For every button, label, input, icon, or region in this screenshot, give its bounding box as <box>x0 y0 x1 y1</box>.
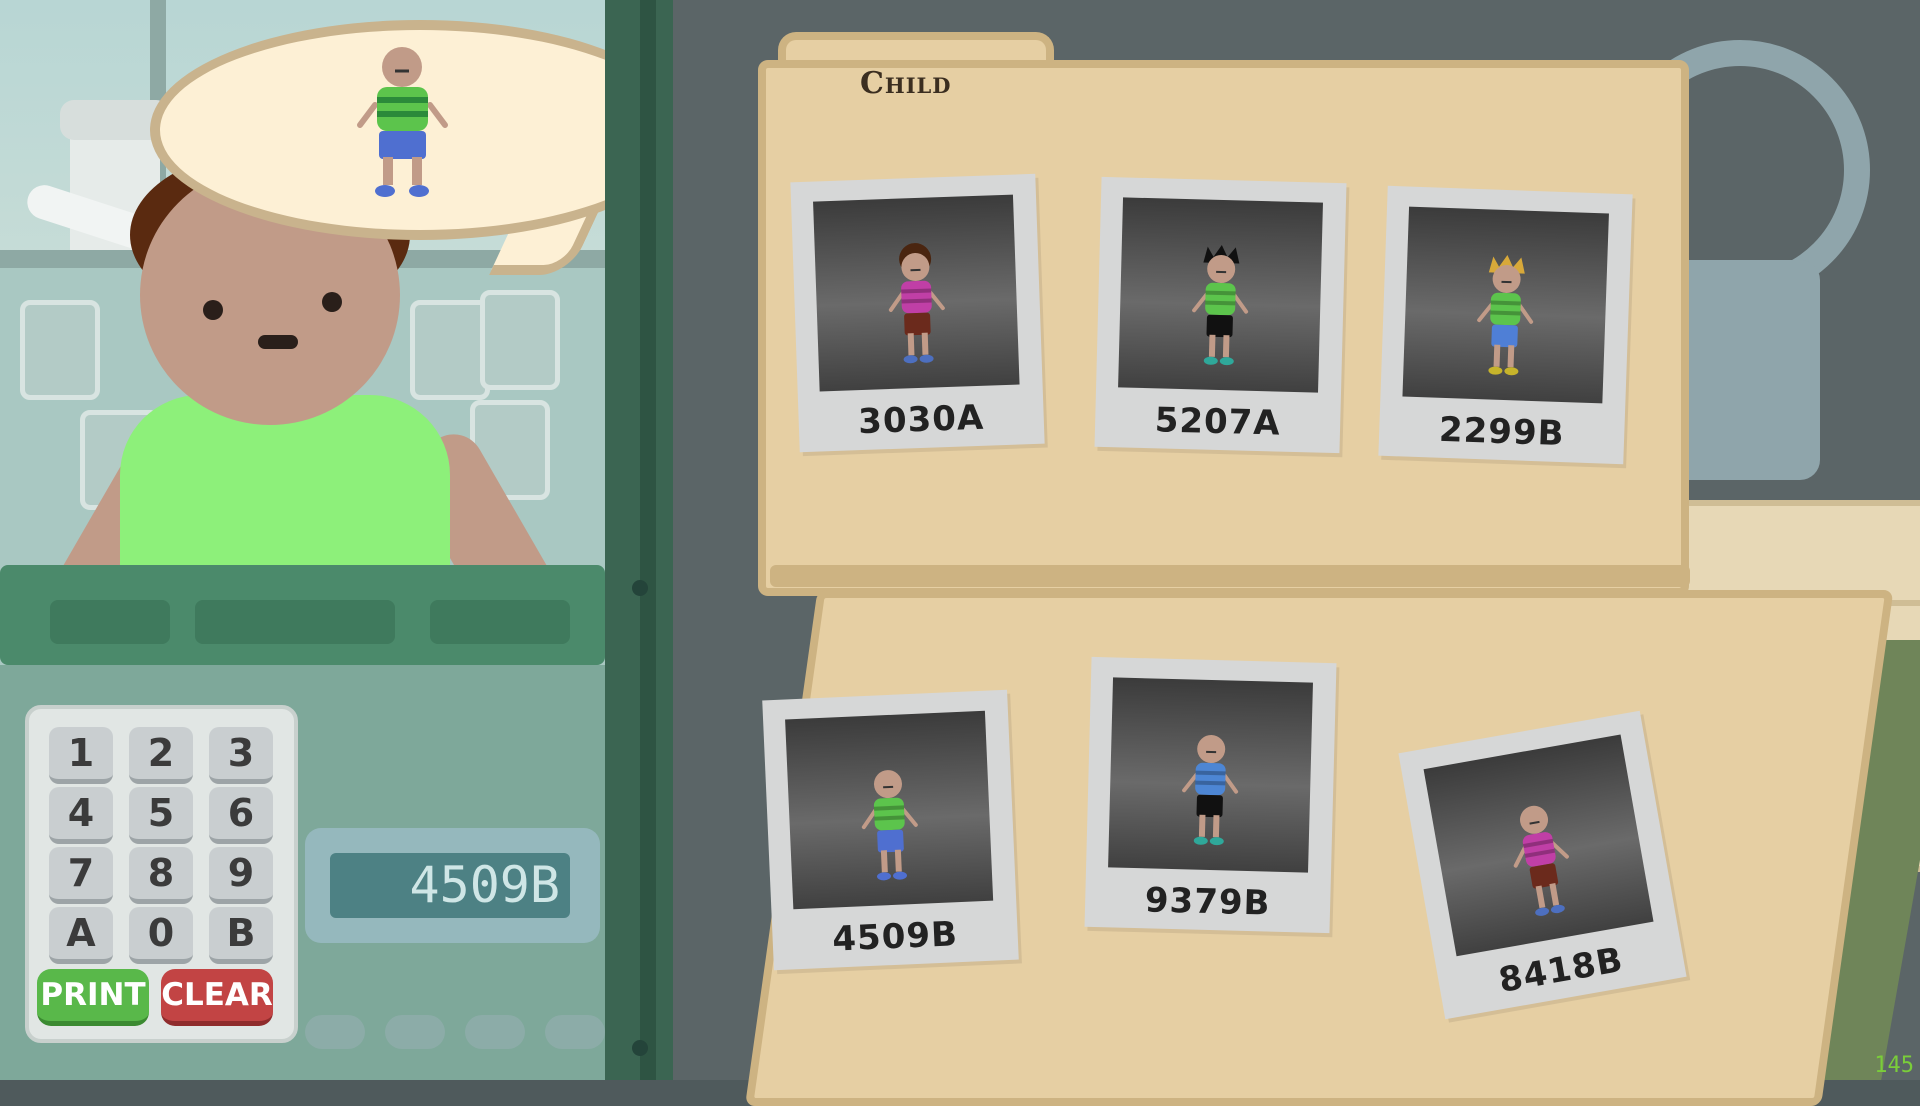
photo-image <box>1108 677 1313 872</box>
photo-card[interactable]: 3030A <box>790 174 1044 452</box>
photo-card[interactable]: 8418B <box>1398 711 1686 1019</box>
photo-card[interactable]: 9379B <box>1085 657 1337 933</box>
counter-slot <box>430 600 570 644</box>
photo-card[interactable]: 4509B <box>762 690 1019 970</box>
photo-id-label: 9379B <box>1085 879 1331 925</box>
character-eye <box>322 292 342 312</box>
keypad: 1 2 3 4 5 6 7 8 9 A 0 B PRINT CLEAR <box>25 705 298 1043</box>
fps-counter: 145 <box>1874 1053 1914 1078</box>
key-3[interactable]: 3 <box>209 727 273 784</box>
photo-image <box>785 711 993 910</box>
photo-id-label: 3030A <box>798 396 1044 445</box>
waiting-seat <box>480 290 560 390</box>
key-a[interactable]: A <box>49 907 113 964</box>
key-4[interactable]: 4 <box>49 787 113 844</box>
code-display: 4509B <box>330 853 570 918</box>
folder-title: Child <box>860 66 952 101</box>
photo-image <box>813 195 1020 392</box>
kiosk-button <box>545 1015 605 1049</box>
key-0[interactable]: 0 <box>129 907 193 964</box>
divider-pillar <box>605 0 673 1080</box>
photo-card[interactable]: 2299B <box>1378 186 1632 464</box>
photo-card[interactable]: 5207A <box>1095 177 1347 453</box>
photo-image <box>1424 734 1654 956</box>
key-8[interactable]: 8 <box>129 847 193 904</box>
key-7[interactable]: 7 <box>49 847 113 904</box>
clear-button[interactable]: CLEAR <box>161 969 273 1026</box>
key-9[interactable]: 9 <box>209 847 273 904</box>
photo-id-label: 2299B <box>1379 408 1625 457</box>
counter-slot <box>50 600 170 644</box>
photo-id-label: 4509B <box>772 912 1019 963</box>
character-eye <box>203 300 223 320</box>
kiosk-button <box>385 1015 445 1049</box>
key-6[interactable]: 6 <box>209 787 273 844</box>
print-button[interactable]: PRINT <box>37 969 149 1026</box>
folder-fold <box>770 565 1690 587</box>
character-mouth <box>258 335 298 349</box>
pillar-stripe <box>640 0 656 1080</box>
key-2[interactable]: 2 <box>129 727 193 784</box>
photo-image <box>1118 197 1323 392</box>
photo-id-label: 5207A <box>1095 399 1341 445</box>
key-b[interactable]: B <box>209 907 273 964</box>
photo-image <box>1402 207 1609 404</box>
kiosk-button <box>465 1015 525 1049</box>
pillar-bolt <box>632 580 648 596</box>
kiosk-button <box>305 1015 365 1049</box>
requested-child-icon <box>355 45 450 205</box>
counter-slot <box>195 600 395 644</box>
waiting-seat <box>20 300 100 400</box>
key-1[interactable]: 1 <box>49 727 113 784</box>
waiting-seat <box>410 300 490 400</box>
key-5[interactable]: 5 <box>129 787 193 844</box>
pillar-bolt <box>632 1040 648 1056</box>
